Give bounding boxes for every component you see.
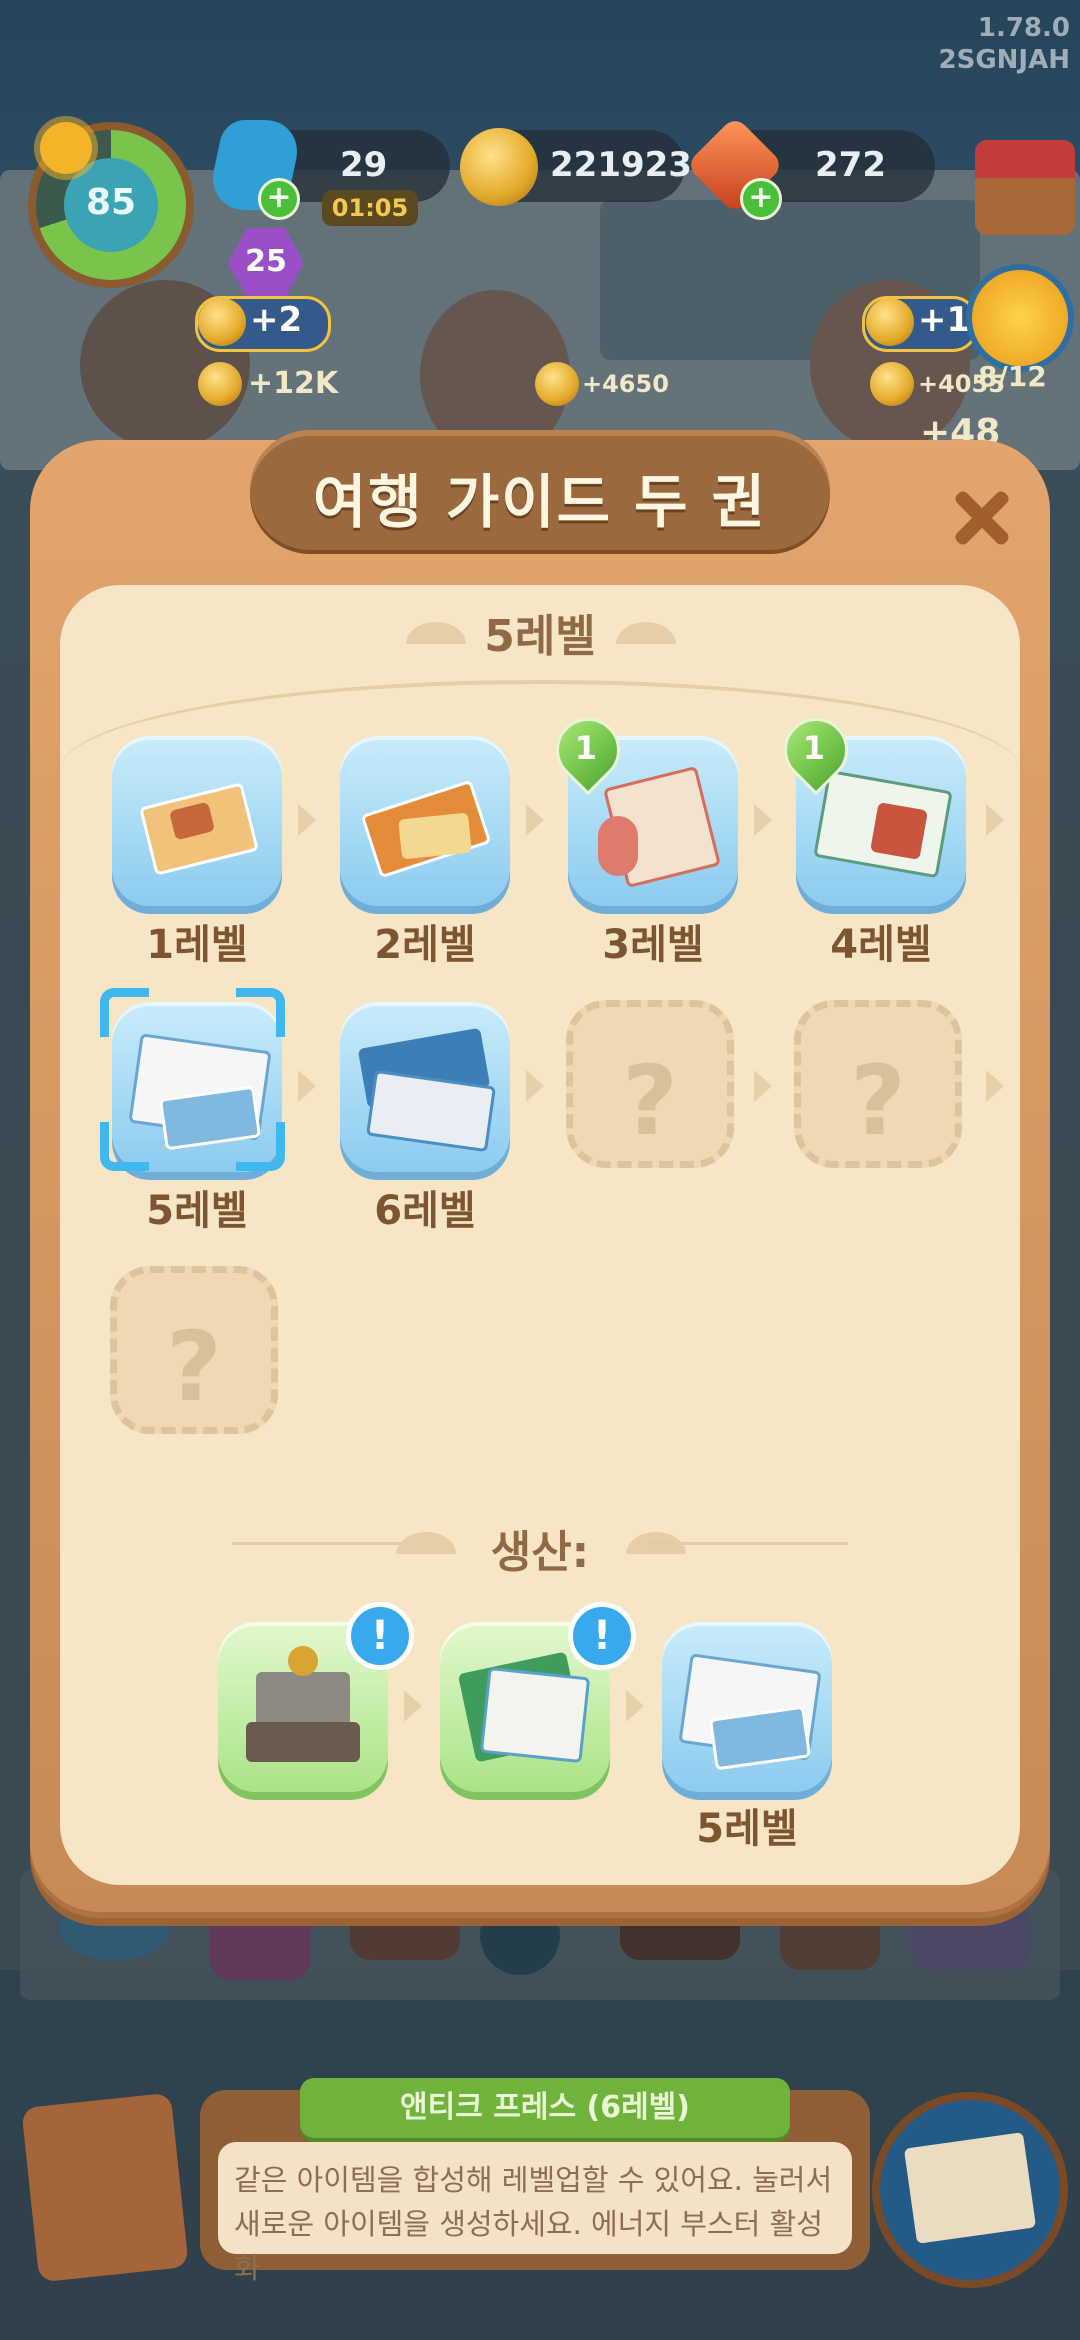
character-reward: +4650: [582, 370, 669, 398]
storage-cabinet-icon[interactable]: [21, 2092, 189, 2283]
chain-item-level-2[interactable]: [340, 736, 510, 906]
item-description: 같은 아이템을 합성해 레벨업할 수 있어요. 눌러서 새로운 아이템을 생성하…: [234, 2163, 833, 2285]
alert-icon: !: [346, 1602, 414, 1670]
produced-by-title: 생산:: [490, 1527, 590, 1578]
chain-item-label: 1레벨: [146, 922, 248, 968]
energy-value: 29: [340, 145, 388, 185]
player-level: 85: [85, 182, 137, 223]
locked-item-placeholder: ?: [110, 1266, 278, 1434]
character-bonus: +1: [918, 300, 971, 340]
coin-value: 221923: [550, 145, 692, 185]
map-icon[interactable]: [880, 2100, 1060, 2280]
chain-arrow: [754, 804, 772, 836]
chain-item-label: 4레벨: [830, 922, 932, 968]
coin-icon: [198, 362, 242, 406]
coin-icon: [870, 362, 914, 406]
chain-arrow: [298, 1070, 316, 1102]
chain-item-label: 5레벨: [146, 1188, 248, 1234]
chain-item-label: 3레벨: [602, 922, 704, 968]
chain-item-label: 2레벨: [374, 922, 476, 968]
modal-title: 여행 가이드 두 권: [312, 468, 768, 536]
question-mark-icon: ?: [622, 1045, 678, 1157]
sun-icon: [40, 122, 92, 174]
chain-arrow: [298, 804, 316, 836]
chain-item-label: 6레벨: [374, 1188, 476, 1234]
coin-icon: [460, 128, 538, 206]
version-label: 1.78.0 2SGNJAH: [938, 13, 1070, 75]
energy-timer: 01:05: [322, 190, 418, 226]
divider-line: [648, 1542, 848, 1545]
chain-item-label: 5레벨: [696, 1806, 798, 1852]
gem-value: 272: [815, 145, 886, 185]
sun-icon: [198, 298, 246, 346]
produced-item-level-5[interactable]: [662, 1622, 832, 1792]
chain-arrow: [626, 1690, 644, 1722]
chain-arrow: [754, 1070, 772, 1102]
locked-item-placeholder: ?: [794, 1000, 962, 1168]
current-level-title: 5레벨: [484, 611, 596, 662]
close-icon[interactable]: [950, 488, 1010, 548]
add-energy-button[interactable]: +: [258, 178, 300, 220]
chain-arrow: [986, 804, 1004, 836]
item-name-label: 앤티크 프레스 (6레벨): [300, 2078, 790, 2138]
alert-icon: !: [568, 1602, 636, 1670]
question-mark-icon: ?: [850, 1045, 906, 1157]
locked-item-placeholder: ?: [566, 1000, 734, 1168]
chain-arrow: [986, 1070, 1004, 1102]
chain-item-level-6[interactable]: [340, 1002, 510, 1172]
shop-icon[interactable]: [975, 140, 1075, 235]
coin-icon: [535, 362, 579, 406]
chain-item-level-1[interactable]: [112, 736, 282, 906]
chain-arrow: [404, 1690, 422, 1722]
add-gems-button[interactable]: +: [740, 178, 782, 220]
chain-arrow: [526, 1070, 544, 1102]
chain-arrow: [526, 804, 544, 836]
question-mark-icon: ?: [166, 1311, 222, 1423]
character-reward: +12K: [248, 366, 339, 401]
sun-icon: [866, 298, 914, 346]
character-bonus: +2: [250, 300, 303, 340]
sun-quest-icon[interactable]: [972, 270, 1068, 366]
quest-progress: 8/12: [978, 360, 1047, 393]
